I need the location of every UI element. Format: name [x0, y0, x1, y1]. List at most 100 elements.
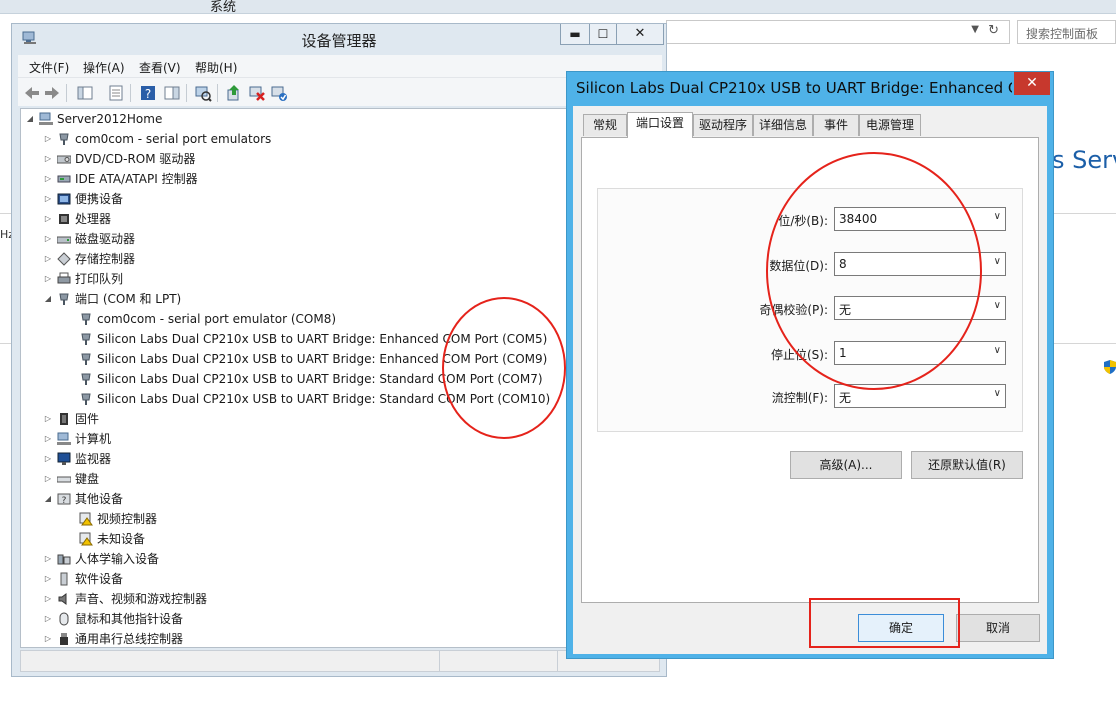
keyboard-icon — [57, 476, 71, 483]
expand-arrow-icon[interactable]: ▷ — [43, 549, 53, 569]
ide-icon — [57, 175, 71, 183]
dvd-icon — [57, 155, 71, 164]
firmware-icon — [60, 413, 68, 425]
chevron-down-icon[interactable]: ∨ — [994, 345, 1001, 356]
tree-item-label: 监视器 — [75, 452, 112, 466]
warning-device-icon — [79, 512, 93, 526]
unknown-device-icon: ? — [57, 493, 71, 506]
port-icon — [81, 353, 91, 365]
collapse-arrow-icon[interactable]: ◢ — [43, 289, 53, 309]
minimize-button[interactable]: ▬ — [560, 24, 590, 45]
chevron-down-icon[interactable]: ∨ — [994, 211, 1001, 222]
background-brand-text: s Serv — [1052, 146, 1116, 174]
background-title: 系统 — [210, 0, 237, 15]
tree-item-label: 磁盘驱动器 — [75, 232, 136, 246]
svg-text:?: ? — [145, 87, 151, 101]
status-bar — [20, 650, 660, 672]
tree-item-label: 键盘 — [75, 472, 100, 486]
tab-events[interactable]: 事件 — [813, 114, 859, 136]
maximize-button[interactable]: ☐ — [589, 24, 617, 45]
menu-view[interactable]: 查看(V) — [139, 59, 181, 76]
tree-item-label: 软件设备 — [75, 572, 124, 586]
collapse-arrow-icon[interactable]: ◢ — [43, 489, 53, 509]
port-icon — [81, 393, 91, 405]
expand-arrow-icon[interactable]: ▷ — [43, 169, 53, 189]
menu-action[interactable]: 操作(A) — [83, 59, 125, 76]
printer-icon — [57, 272, 71, 284]
tab-driver[interactable]: 驱动程序 — [693, 114, 753, 136]
computer-icon — [39, 112, 53, 125]
help-icon[interactable]: ? — [139, 84, 157, 102]
refresh-icon[interactable]: ↻ — [988, 23, 999, 38]
expand-arrow-icon[interactable]: ▷ — [43, 569, 53, 589]
tab-general[interactable]: 常规 — [583, 114, 627, 136]
expand-arrow-icon[interactable]: ▷ — [43, 209, 53, 229]
expand-arrow-icon[interactable]: ▷ — [43, 249, 53, 269]
action-pane-icon[interactable] — [163, 84, 181, 102]
address-bar[interactable]: ▼ ↻ — [666, 20, 1010, 44]
computer-icon — [57, 432, 71, 445]
annotation-circle-ports — [442, 297, 566, 439]
menu-file[interactable]: 文件(F) — [29, 59, 69, 76]
toolbar-separator — [186, 84, 187, 102]
svg-text:?: ? — [62, 496, 67, 506]
hid-icon — [57, 554, 71, 565]
background-divider — [1052, 213, 1116, 214]
properties-sheet-icon[interactable] — [107, 84, 125, 102]
port-icon — [81, 333, 91, 345]
advanced-button[interactable]: 高级(A)... — [790, 451, 902, 479]
device-manager-title-bar[interactable]: 设备管理器 ▬ ☐ ✕ — [12, 24, 666, 52]
collapse-arrow-icon[interactable]: ◢ — [25, 109, 35, 129]
show-hide-console-tree-icon[interactable] — [76, 84, 94, 102]
scan-hardware-icon[interactable] — [194, 84, 212, 102]
chevron-down-icon[interactable]: ∨ — [994, 256, 1001, 267]
expand-arrow-icon[interactable]: ▷ — [43, 429, 53, 449]
expand-arrow-icon[interactable]: ▷ — [43, 149, 53, 169]
tree-item-label: com0com - serial port emulator (COM8) — [97, 312, 337, 326]
tab-details[interactable]: 详细信息 — [753, 114, 813, 136]
control-panel-search-input[interactable]: 搜索控制面板 — [1017, 20, 1116, 44]
tab-power-management[interactable]: 电源管理 — [859, 114, 921, 136]
expand-arrow-icon[interactable]: ▷ — [43, 469, 53, 489]
enable-device-icon[interactable] — [270, 84, 288, 102]
annotation-circle-settings — [766, 152, 982, 390]
expand-arrow-icon[interactable]: ▷ — [43, 229, 53, 249]
tab-port-settings[interactable]: 端口设置 — [627, 112, 693, 138]
portable-icon — [57, 193, 71, 205]
menu-help[interactable]: 帮助(H) — [195, 59, 237, 76]
expand-arrow-icon[interactable]: ▷ — [43, 129, 53, 149]
expand-arrow-icon[interactable]: ▷ — [43, 629, 53, 647]
tree-item-label: 固件 — [75, 412, 100, 426]
restore-defaults-button[interactable]: 还原默认值(R) — [911, 451, 1023, 479]
expand-arrow-icon[interactable]: ▷ — [43, 609, 53, 629]
tree-item-label: 人体学输入设备 — [75, 552, 160, 566]
tree-item-label: com0com - serial port emulators — [75, 132, 272, 146]
expand-arrow-icon[interactable]: ▷ — [43, 589, 53, 609]
warning-device-icon — [79, 532, 93, 546]
background-title-bar: 系统 — [0, 0, 1116, 15]
dialog-close-button[interactable]: ✕ — [1014, 72, 1050, 95]
uninstall-device-icon[interactable] — [248, 84, 266, 102]
port-icon — [81, 313, 91, 325]
forward-arrow-icon[interactable] — [43, 84, 61, 102]
back-arrow-icon[interactable] — [23, 84, 41, 102]
port-icon — [81, 373, 91, 385]
flow-control-value: 无 — [839, 391, 852, 405]
chevron-down-icon[interactable]: ∨ — [994, 300, 1001, 311]
chevron-down-icon[interactable]: ∨ — [994, 388, 1001, 399]
update-driver-icon[interactable] — [225, 84, 243, 102]
status-cell — [439, 651, 557, 671]
cancel-button[interactable]: 取消 — [956, 614, 1040, 642]
tree-item-label: 视频控制器 — [97, 512, 158, 526]
toolbar-separator — [130, 84, 131, 102]
tree-item-label: 端口 (COM 和 LPT) — [75, 292, 182, 306]
expand-arrow-icon[interactable]: ▷ — [43, 449, 53, 469]
chevron-down-icon[interactable]: ▼ — [971, 24, 979, 35]
expand-arrow-icon[interactable]: ▷ — [43, 269, 53, 289]
background-divider — [1052, 343, 1116, 344]
monitor-icon — [57, 452, 71, 465]
storage-icon — [57, 252, 71, 266]
expand-arrow-icon[interactable]: ▷ — [43, 189, 53, 209]
expand-arrow-icon[interactable]: ▷ — [43, 409, 53, 429]
close-button[interactable]: ✕ — [616, 24, 664, 45]
